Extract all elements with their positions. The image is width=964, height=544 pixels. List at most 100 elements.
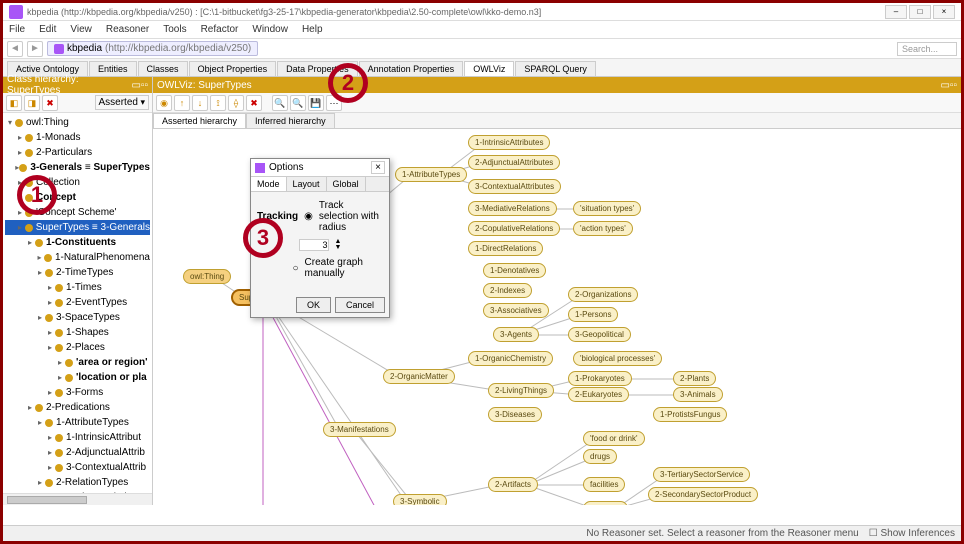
panel-controls-icon[interactable]: ▭▫▫ <box>131 80 148 91</box>
up-icon[interactable]: ↑ <box>174 95 190 111</box>
close-button[interactable]: × <box>933 5 955 19</box>
tab-object-properties[interactable]: Object Properties <box>189 61 277 76</box>
h-scrollbar[interactable] <box>3 493 152 505</box>
panel-controls-icon[interactable]: ▭▫▫ <box>940 80 957 91</box>
delete-button[interactable]: ✖ <box>42 95 58 111</box>
graph-node[interactable]: 2-SecondarySectorProduct <box>648 487 758 502</box>
tab-owlviz[interactable]: OWLViz <box>464 61 514 76</box>
tree-node[interactable]: ▸Collection <box>5 175 150 190</box>
tree-node[interactable]: ▸3-Generals ≡ SuperTypes <box>5 160 150 175</box>
tree-node[interactable]: ▸1-DirectRelations <box>5 490 150 493</box>
graph-node[interactable]: drugs <box>583 449 617 464</box>
graph-node[interactable]: 1-IntrinsicAttributes <box>468 135 550 150</box>
menu-file[interactable]: File <box>9 24 25 35</box>
tree-node[interactable]: ▸'location or pla <box>5 370 150 385</box>
graph-node[interactable]: 2-Organizations <box>568 287 638 302</box>
graph-node[interactable]: 2-Indexes <box>483 283 532 298</box>
tree-node[interactable]: ▸1-AttributeTypes <box>5 415 150 430</box>
tree-node[interactable]: ▸SuperTypes ≡ 3-Generals <box>5 220 150 235</box>
graph-node[interactable]: 2-LivingThings <box>488 383 554 398</box>
options-icon[interactable]: ⋯ <box>326 95 342 111</box>
minimize-button[interactable]: – <box>885 5 907 19</box>
graph-node[interactable]: 1-Persons <box>568 307 618 322</box>
graph-node[interactable]: 1-AttributeTypes <box>395 167 467 182</box>
radius-input[interactable] <box>299 239 329 251</box>
show-inferences-checkbox[interactable]: ☐ Show Inferences <box>869 528 955 539</box>
ok-button[interactable]: OK <box>296 297 331 313</box>
tree-node[interactable]: ▸1-NaturalPhenomena <box>5 250 150 265</box>
graph-node[interactable]: 'action types' <box>573 221 633 236</box>
add-child-button[interactable]: ◨ <box>24 95 40 111</box>
tree-node[interactable]: ▸2-Predications <box>5 400 150 415</box>
graph-node[interactable]: 'situation types' <box>573 201 641 216</box>
export-icon[interactable]: 💾 <box>308 95 324 111</box>
graph-node[interactable]: products <box>583 501 628 505</box>
tree-node[interactable]: ▸1-IntrinsicAttribut <box>5 430 150 445</box>
radio-manual[interactable]: ○ <box>292 263 298 274</box>
graph-node[interactable]: 3-Symbolic <box>393 494 447 505</box>
graph-node[interactable]: 2-CopulativeRelations <box>468 221 560 236</box>
nav-back-icon[interactable]: ◄ <box>7 41 23 57</box>
tree-node[interactable]: ▸'Concept Scheme' <box>5 205 150 220</box>
view-mode-select[interactable]: Asserted ▾ <box>95 95 150 110</box>
graph-node[interactable]: 3-Animals <box>673 387 723 402</box>
menu-tools[interactable]: Tools <box>163 24 186 35</box>
tree-node[interactable]: ▸Concept <box>5 190 150 205</box>
menu-view[interactable]: View <box>70 24 92 35</box>
graph-node[interactable]: 3-ContextualAttributes <box>468 179 561 194</box>
graph-node[interactable]: owl:Thing <box>183 269 231 284</box>
graph-node[interactable]: 1-Prokaryotes <box>568 371 632 386</box>
tab-classes[interactable]: Classes <box>138 61 188 76</box>
graph-node[interactable]: 'food or drink' <box>583 431 645 446</box>
remove-icon[interactable]: ✖ <box>246 95 262 111</box>
graph-node[interactable]: 2-Artifacts <box>488 477 538 492</box>
tree-node[interactable]: ▸2-RelationTypes <box>5 475 150 490</box>
down-icon[interactable]: ↓ <box>192 95 208 111</box>
radio-track-selection[interactable]: ◉ <box>304 211 313 222</box>
tree-node[interactable]: ▸1-Shapes <box>5 325 150 340</box>
add-sibling-button[interactable]: ◧ <box>6 95 22 111</box>
graph-node[interactable]: 1-ProtistsFungus <box>653 407 727 422</box>
graph-node[interactable]: facilities <box>583 477 625 492</box>
graph-node[interactable]: 2-OrganicMatter <box>383 369 455 384</box>
graph-node[interactable]: 3-Diseases <box>488 407 542 422</box>
class-tree[interactable]: ▾owl:Thing▸1-Monads▸2-Particulars▸3-Gene… <box>3 113 152 493</box>
search-input[interactable]: Search... <box>897 42 957 56</box>
menu-edit[interactable]: Edit <box>39 24 56 35</box>
menu-reasoner[interactable]: Reasoner <box>106 24 149 35</box>
menu-help[interactable]: Help <box>302 24 323 35</box>
graph-node[interactable]: 3-Geopolitical <box>568 327 631 342</box>
tab-annotation-properties[interactable]: Annotation Properties <box>359 61 464 76</box>
graph-node[interactable]: 'biological processes' <box>573 351 662 366</box>
menu-refactor[interactable]: Refactor <box>201 24 239 35</box>
tree-node[interactable]: ▸3-SpaceTypes <box>5 310 150 325</box>
dialog-tab-mode[interactable]: Mode <box>251 177 287 191</box>
tree-node[interactable]: ▸'area or region' <box>5 355 150 370</box>
subtab-inferred-hierarchy[interactable]: Inferred hierarchy <box>246 113 335 128</box>
target-icon[interactable]: ◉ <box>156 95 172 111</box>
graph-node[interactable]: 1-Denotatives <box>483 263 546 278</box>
spinner-icon[interactable]: ▲▼ <box>335 239 342 251</box>
graph-node[interactable]: 2-Plants <box>673 371 716 386</box>
graph-node[interactable]: 3-TertiarySectorService <box>653 467 750 482</box>
tree-node[interactable]: ▸1-Constituents <box>5 235 150 250</box>
tree-root[interactable]: ▾owl:Thing <box>5 115 150 130</box>
graph-node[interactable]: 1-OrganicChemistry <box>468 351 553 366</box>
dialog-tab-global[interactable]: Global <box>327 177 366 191</box>
tree-node[interactable]: ▸2-AdjunctualAttrib <box>5 445 150 460</box>
nav-fwd-icon[interactable]: ► <box>27 41 43 57</box>
dialog-tab-layout[interactable]: Layout <box>287 177 327 191</box>
zoom-in-icon[interactable]: 🔍 <box>272 95 288 111</box>
cancel-button[interactable]: Cancel <box>335 297 385 313</box>
expand-icon[interactable]: ⟠ <box>228 95 244 111</box>
maximize-button[interactable]: □ <box>909 5 931 19</box>
graph-node[interactable]: 1-DirectRelations <box>468 241 543 256</box>
ontology-pill[interactable]: kbpedia (http://kbpedia.org/kbpedia/v250… <box>47 41 258 56</box>
graph-node[interactable]: 2-Eukaryotes <box>568 387 629 402</box>
dialog-close-button[interactable]: × <box>371 161 385 174</box>
graph-node[interactable]: 3-MediativeRelations <box>468 201 557 216</box>
tree-node[interactable]: ▸3-ContextualAttrib <box>5 460 150 475</box>
subtab-asserted-hierarchy[interactable]: Asserted hierarchy <box>153 113 246 128</box>
graph-node[interactable]: 3-Manifestations <box>323 422 396 437</box>
graph-node[interactable]: 2-AdjunctualAttributes <box>468 155 560 170</box>
